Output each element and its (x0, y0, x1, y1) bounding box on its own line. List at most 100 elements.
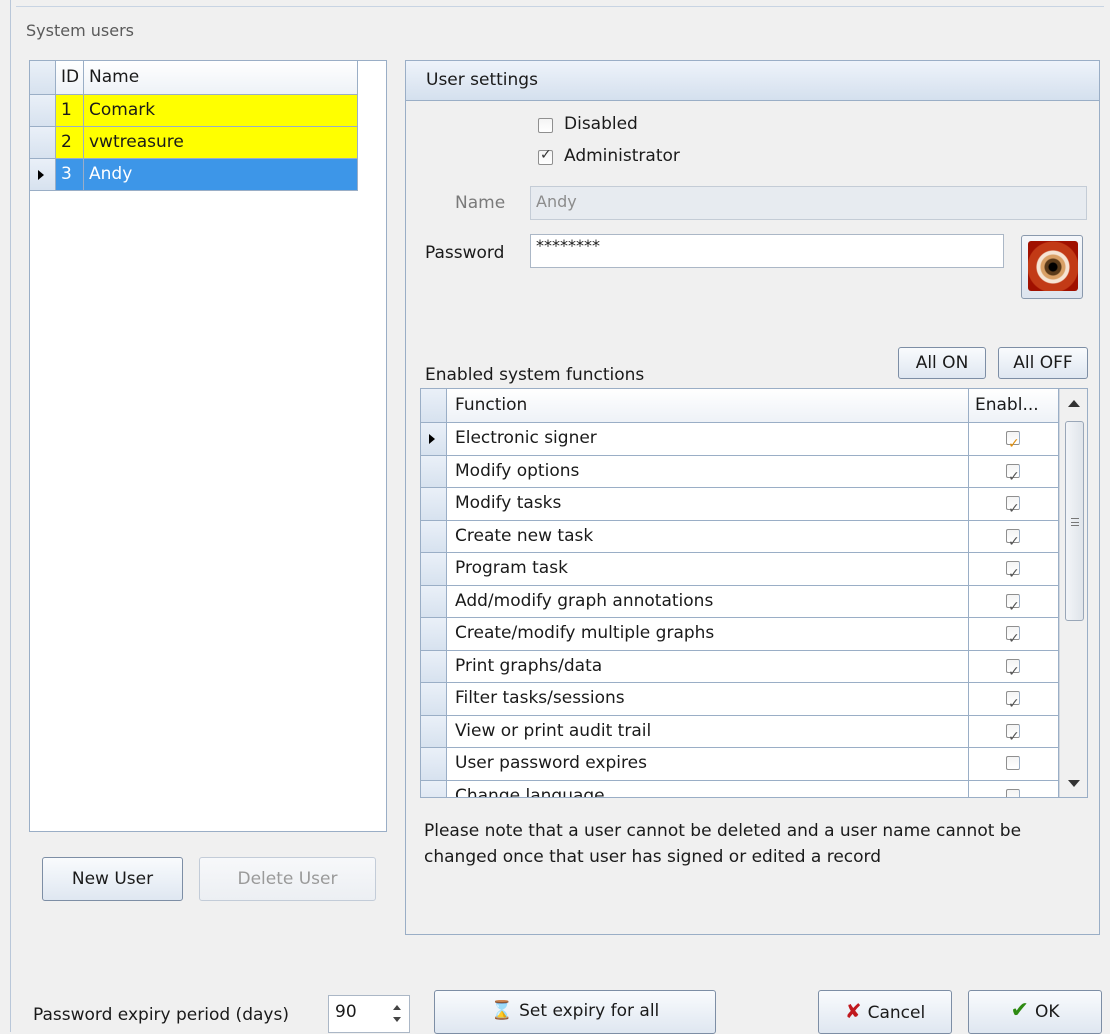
table-row[interactable]: Print graphs/data (421, 650, 1059, 683)
row-indicator (421, 683, 447, 715)
set-expiry-for-all-button[interactable]: ⌛ Set expiry for all (434, 990, 716, 1034)
function-name-cell[interactable]: User password expires (447, 748, 969, 780)
password-field[interactable]: ******** (530, 234, 1004, 268)
table-row[interactable]: 2 vwtreasure (30, 127, 358, 159)
row-indicator-header (30, 61, 56, 94)
column-header-name[interactable]: Name (84, 61, 358, 94)
spin-down-icon[interactable] (393, 1017, 401, 1022)
function-enabled-checkbox[interactable] (1006, 461, 1020, 487)
disabled-label: Disabled (564, 114, 638, 134)
delete-user-button[interactable]: Delete User (199, 857, 376, 901)
function-enabled-cell[interactable] (969, 650, 1059, 682)
column-header-id[interactable]: ID (56, 61, 84, 94)
expiry-period-spinner[interactable]: 90 (328, 995, 410, 1033)
user-settings-title: User settings (426, 70, 538, 90)
function-enabled-cell[interactable] (969, 748, 1059, 780)
user-id-cell[interactable]: 1 (56, 95, 84, 126)
table-row[interactable]: User password expires (421, 748, 1059, 781)
column-header-function[interactable]: Function (447, 389, 969, 422)
function-enabled-cell[interactable] (969, 780, 1059, 797)
function-enabled-cell[interactable] (969, 683, 1059, 715)
scroll-down-arrow-icon[interactable] (1068, 780, 1080, 787)
function-name-cell[interactable]: Change language (447, 780, 969, 797)
function-enabled-checkbox[interactable] (1006, 756, 1020, 770)
row-indicator-header (421, 389, 447, 422)
administrator-checkbox[interactable] (538, 147, 553, 165)
table-row[interactable]: Electronic signer (421, 423, 1059, 456)
name-field[interactable]: Andy (530, 186, 1087, 220)
ok-button[interactable]: ✔ OK (968, 990, 1102, 1034)
function-enabled-checkbox[interactable] (1006, 623, 1020, 650)
function-enabled-cell[interactable] (969, 618, 1059, 650)
function-enabled-checkbox[interactable] (1006, 591, 1020, 617)
function-name-cell[interactable]: Filter tasks/sessions (447, 683, 969, 715)
expiry-period-label: Password expiry period (days) (33, 1005, 289, 1025)
group-box-header: System users (16, 6, 1104, 44)
set-expiry-label: Set expiry for all (519, 1001, 660, 1021)
function-name-cell[interactable]: Program task (447, 553, 969, 585)
function-name-cell[interactable]: Modify options (447, 455, 969, 487)
function-name-cell[interactable]: Modify tasks (447, 488, 969, 520)
function-enabled-cell[interactable] (969, 520, 1059, 552)
hourglass-icon: ⌛ (490, 1000, 514, 1021)
function-enabled-cell[interactable] (969, 715, 1059, 747)
table-row[interactable]: Add/modify graph annotations (421, 585, 1059, 618)
row-indicator (421, 553, 447, 585)
table-row[interactable]: Create new task (421, 520, 1059, 553)
function-enabled-checkbox[interactable] (1006, 688, 1020, 715)
function-enabled-cell[interactable] (969, 553, 1059, 585)
function-enabled-checkbox[interactable] (1006, 721, 1020, 747)
function-name-cell[interactable]: Create new task (447, 520, 969, 552)
scroll-up-arrow-icon[interactable] (1068, 400, 1080, 407)
user-id-cell[interactable]: 2 (56, 127, 84, 158)
function-name-cell[interactable]: Electronic signer (447, 423, 969, 455)
user-name-cell[interactable]: Andy (84, 159, 358, 190)
function-enabled-checkbox[interactable] (1006, 493, 1020, 520)
table-row[interactable]: View or print audit trail (421, 715, 1059, 748)
function-name-cell[interactable]: Print graphs/data (447, 650, 969, 682)
user-settings-header: User settings (406, 61, 1099, 101)
cancel-button[interactable]: ✘ Cancel (818, 990, 952, 1034)
show-password-button[interactable] (1021, 235, 1083, 299)
function-enabled-checkbox[interactable] (1006, 526, 1020, 552)
function-name-cell[interactable]: View or print audit trail (447, 715, 969, 747)
user-name-cell[interactable]: Comark (84, 95, 358, 126)
functions-grid[interactable]: Function Enabl... Electronic signerModif… (420, 388, 1088, 798)
table-row[interactable]: 1 Comark (30, 95, 358, 127)
new-user-button[interactable]: New User (42, 857, 183, 901)
function-enabled-checkbox[interactable] (1006, 786, 1020, 797)
function-name-cell[interactable]: Create/modify multiple graphs (447, 618, 969, 650)
table-row[interactable]: Change language (421, 780, 1059, 797)
eye-icon (1028, 241, 1078, 291)
all-on-button[interactable]: All ON (898, 347, 986, 379)
functions-scrollbar[interactable] (1059, 389, 1087, 797)
user-id-cell[interactable]: 3 (56, 159, 84, 190)
table-row[interactable]: Modify options (421, 455, 1059, 488)
table-row[interactable]: 3 Andy (30, 159, 358, 191)
table-row[interactable]: Filter tasks/sessions (421, 683, 1059, 716)
functions-label: Enabled system functions (425, 365, 645, 385)
functions-grid-header: Function Enabl... (421, 389, 1059, 423)
expiry-period-value[interactable]: 90 (335, 1002, 357, 1022)
function-name-cell[interactable]: Add/modify graph annotations (447, 585, 969, 617)
function-enabled-checkbox[interactable] (1006, 656, 1020, 682)
row-indicator (421, 650, 447, 682)
table-row[interactable]: Create/modify multiple graphs (421, 618, 1059, 651)
function-enabled-checkbox[interactable] (1006, 558, 1020, 585)
scrollbar-thumb[interactable] (1065, 421, 1084, 621)
name-label: Name (455, 193, 506, 213)
all-off-button[interactable]: All OFF (998, 347, 1088, 379)
table-row[interactable]: Modify tasks (421, 488, 1059, 521)
users-grid[interactable]: ID Name 1 Comark 2 vwtreasure 3 Andy (29, 60, 387, 832)
table-row[interactable]: Program task (421, 553, 1059, 586)
function-enabled-cell[interactable] (969, 455, 1059, 487)
user-name-cell[interactable]: vwtreasure (84, 127, 358, 158)
function-enabled-cell[interactable] (969, 423, 1059, 455)
column-header-enabled[interactable]: Enabl... (969, 389, 1059, 422)
function-enabled-cell[interactable] (969, 488, 1059, 520)
administrator-label: Administrator (564, 146, 680, 166)
disabled-checkbox[interactable] (538, 118, 553, 133)
spin-up-icon[interactable] (393, 1005, 401, 1010)
function-enabled-cell[interactable] (969, 585, 1059, 617)
function-enabled-checkbox[interactable] (1006, 428, 1020, 455)
